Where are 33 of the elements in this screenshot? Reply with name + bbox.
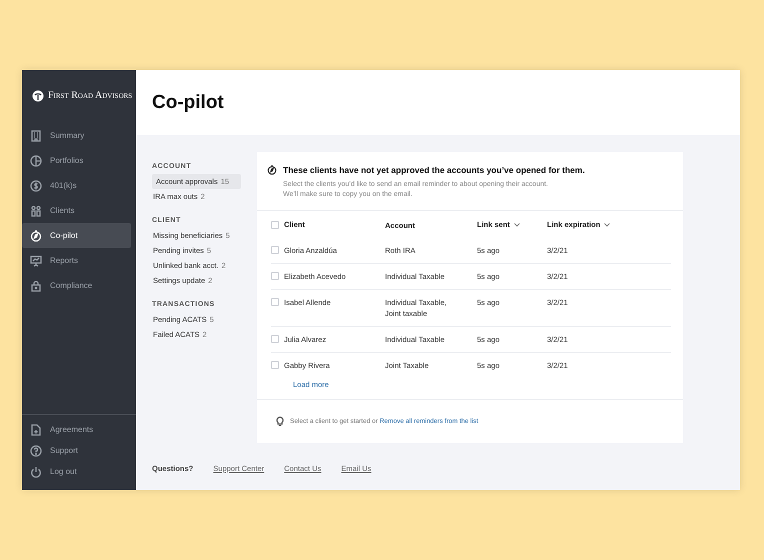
power-icon — [30, 466, 42, 478]
dollar-icon — [30, 180, 42, 192]
brand-name: First Road Advisors — [48, 90, 132, 101]
chevron-down-icon — [604, 222, 610, 226]
presentation-board-icon — [30, 254, 42, 266]
sidebar-item[interactable]: Clients — [22, 198, 131, 223]
checkbox[interactable] — [271, 246, 279, 254]
question-circle-icon — [30, 444, 42, 456]
sidebar-item[interactable]: Log out — [22, 461, 131, 482]
sidebar-item[interactable]: Co-pilot — [22, 223, 131, 248]
compass-icon — [267, 165, 277, 175]
sidebar-item[interactable]: 401(k)s — [22, 173, 131, 198]
checkbox[interactable] — [271, 335, 279, 343]
document-plus-icon — [30, 424, 42, 436]
checkbox[interactable] — [271, 272, 279, 280]
chevron-down-icon — [514, 222, 520, 226]
checkbox[interactable] — [271, 361, 279, 369]
card-title: These clients have not yet approved the accounts you’ve opened for them. — [283, 165, 585, 175]
building-icon — [30, 130, 42, 142]
pie-chart-icon — [30, 154, 42, 166]
compass-icon — [30, 230, 42, 242]
sidebar-item[interactable]: Agreements — [22, 419, 131, 440]
sidebar-item[interactable]: Summary — [22, 123, 131, 148]
sidebar-item[interactable]: Compliance — [22, 273, 131, 298]
sidebar-item[interactable]: Support — [22, 440, 131, 461]
people-icon — [30, 204, 42, 216]
lightbulb-icon — [276, 416, 284, 426]
sidebar-item[interactable]: Reports — [22, 248, 131, 273]
checkbox[interactable] — [271, 298, 279, 306]
padlock-icon — [30, 280, 42, 292]
page-title: Co-pilot — [152, 92, 224, 114]
sidebar-item[interactable]: Portfolios — [22, 148, 131, 173]
checkbox[interactable] — [271, 221, 279, 229]
